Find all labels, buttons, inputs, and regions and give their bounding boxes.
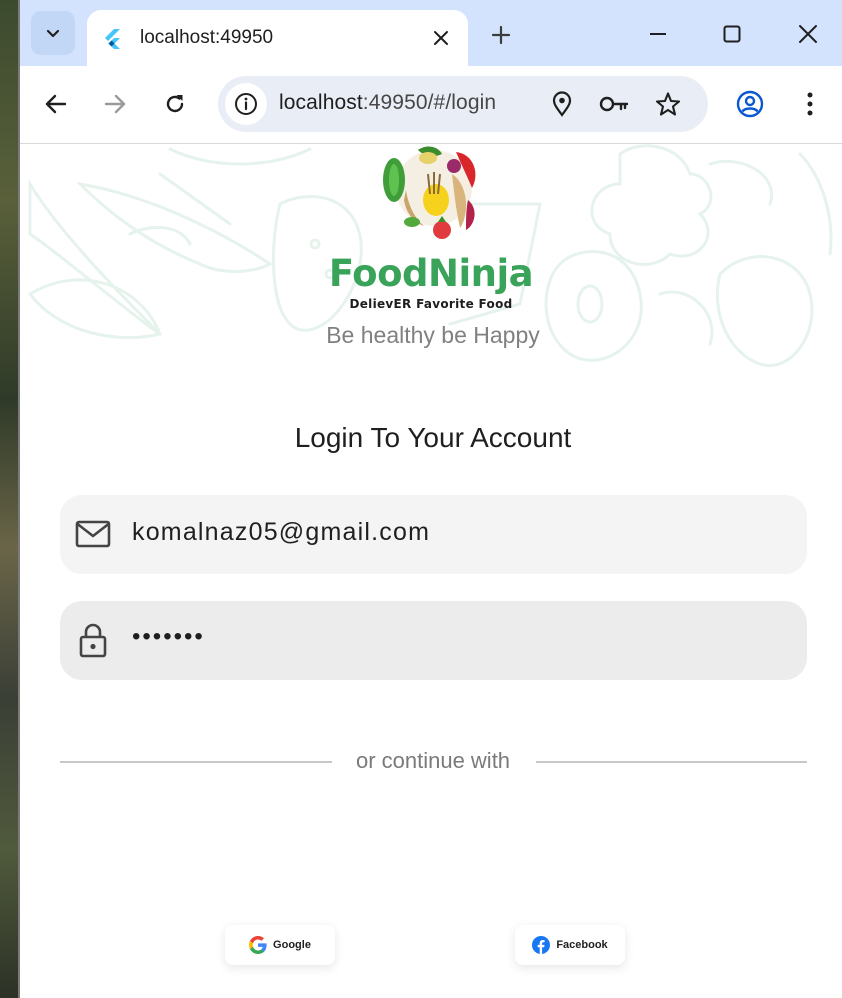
password-manager-button[interactable] — [598, 88, 630, 120]
minimize-icon — [650, 33, 666, 35]
password-value: ••••••• — [132, 623, 205, 650]
menu-button[interactable] — [793, 87, 827, 121]
arrow-left-icon — [45, 94, 67, 114]
location-pin-icon — [552, 91, 572, 117]
back-button[interactable] — [39, 87, 73, 121]
reload-button[interactable] — [158, 87, 192, 121]
address-bar[interactable]: localhost:49950/#/login — [218, 76, 708, 132]
desktop-background — [0, 0, 20, 998]
star-icon — [655, 92, 681, 116]
page-title: Login To Your Account — [294, 422, 572, 453]
forward-button[interactable] — [98, 87, 132, 121]
new-tab-button[interactable] — [486, 20, 516, 50]
google-icon — [249, 936, 267, 954]
close-icon — [799, 25, 817, 43]
url-path: :49950/#/login — [362, 91, 497, 114]
location-button[interactable] — [546, 88, 578, 120]
foodninja-logo — [383, 146, 476, 239]
profile-button[interactable] — [733, 87, 767, 121]
facebook-label: Facebook — [556, 939, 608, 951]
browser-toolbar: localhost:49950/#/login — [20, 66, 842, 144]
site-info-button[interactable] — [225, 83, 267, 125]
brand-name: FoodNinja — [328, 252, 534, 295]
flutter-favicon-icon — [105, 29, 120, 49]
profile-icon — [736, 90, 764, 118]
tab-strip: localhost:49950 — [20, 0, 842, 66]
maximize-icon — [723, 25, 741, 43]
tab-search-button[interactable] — [31, 11, 75, 55]
minimize-button[interactable] — [642, 18, 674, 50]
password-field[interactable]: ••••••• — [60, 601, 807, 680]
maximize-button[interactable] — [716, 18, 748, 50]
email-field[interactable]: komalnaz05@gmail.com — [60, 495, 807, 574]
google-label: Google — [273, 939, 311, 951]
arrow-right-icon — [104, 94, 126, 114]
window-close-button[interactable] — [792, 18, 824, 50]
close-icon — [434, 31, 448, 45]
tab-close-button[interactable] — [428, 25, 454, 51]
divider-line-right — [536, 761, 807, 763]
facebook-icon — [532, 936, 551, 954]
info-icon — [235, 93, 257, 115]
url-text: localhost:49950/#/login — [279, 91, 496, 115]
url-host: localhost — [279, 91, 363, 114]
mail-icon — [74, 515, 112, 553]
browser-window: localhost:49950 localhost:49950/#/login … — [20, 0, 842, 998]
more-vert-icon — [807, 92, 813, 116]
key-icon — [599, 96, 629, 112]
reload-icon — [166, 95, 184, 113]
email-value: komalnaz05@gmail.com — [132, 518, 431, 546]
plus-icon — [491, 25, 511, 45]
bookmark-button[interactable] — [652, 88, 684, 120]
facebook-login-button[interactable]: Facebook — [515, 925, 625, 965]
tagline: Be healthy be Happy — [326, 322, 540, 348]
lock-icon — [74, 621, 112, 659]
chevron-down-icon — [46, 29, 60, 38]
browser-tab[interactable]: localhost:49950 — [87, 10, 468, 66]
google-login-button[interactable]: Google — [225, 925, 335, 965]
login-page: FoodNinja DelievER Favorite Food Be heal… — [20, 144, 842, 998]
tab-title: localhost:49950 — [140, 27, 274, 48]
brand-subtitle: DelievER Favorite Food — [349, 297, 513, 311]
